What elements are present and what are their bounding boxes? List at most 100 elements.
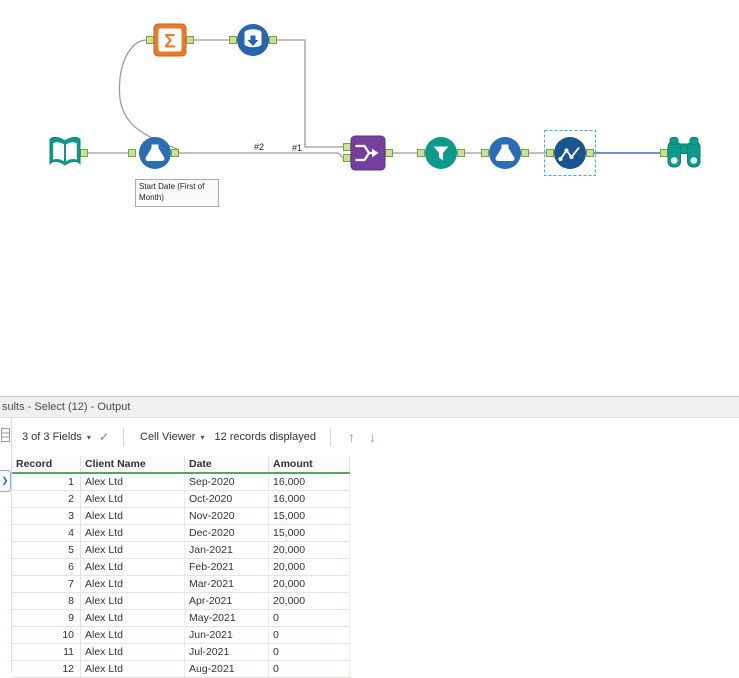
cell[interactable]: Alex Ltd: [80, 609, 185, 627]
results-titlebar[interactable]: sults - Select (12) - Output: [0, 396, 739, 418]
cell[interactable]: Alex Ltd: [80, 626, 185, 644]
table-row[interactable]: 4 Alex Ltd Dec-2020 15,000: [12, 524, 350, 542]
expand-chevron-icon[interactable]: ❯: [0, 470, 11, 492]
select-tool[interactable]: [546, 137, 594, 169]
cell[interactable]: 16,000: [268, 473, 350, 491]
column-header[interactable]: Record: [12, 456, 81, 474]
cell[interactable]: 0: [268, 626, 350, 644]
table-row[interactable]: 12 Alex Ltd Aug-2021 0: [12, 660, 350, 678]
input-anchor[interactable]: [481, 149, 489, 157]
cell[interactable]: 20,000: [268, 558, 350, 576]
cell[interactable]: 20,000: [268, 575, 350, 593]
cell[interactable]: Alex Ltd: [80, 643, 185, 661]
table-row[interactable]: 5 Alex Ltd Jan-2021 20,000: [12, 541, 350, 559]
input-anchor[interactable]: [660, 149, 668, 157]
cell[interactable]: 11: [12, 643, 81, 661]
cell[interactable]: May-2021: [184, 609, 269, 627]
cell[interactable]: 0: [268, 643, 350, 661]
cell[interactable]: Alex Ltd: [80, 473, 185, 491]
input-anchor[interactable]: [546, 149, 554, 157]
cell[interactable]: 16,000: [268, 490, 350, 508]
cell[interactable]: 6: [12, 558, 81, 576]
connection-formula-join[interactable]: [178, 152, 344, 159]
table-row[interactable]: 9 Alex Ltd May-2021 0: [12, 609, 350, 627]
table-row[interactable]: 11 Alex Ltd Jul-2021 0: [12, 643, 350, 661]
table-row[interactable]: 7 Alex Ltd Mar-2021 20,000: [12, 575, 350, 593]
cell[interactable]: 7: [12, 575, 81, 593]
output-anchor[interactable]: [521, 149, 529, 157]
cell[interactable]: 0: [268, 609, 350, 627]
cell[interactable]: Alex Ltd: [80, 524, 185, 542]
cell[interactable]: Alex Ltd: [80, 558, 185, 576]
cell[interactable]: 2: [12, 490, 81, 508]
cell-viewer-dropdown[interactable]: Cell Viewer ▾: [134, 428, 210, 446]
connection-generaterows-join[interactable]: [276, 39, 344, 148]
input-anchor[interactable]: [146, 36, 154, 44]
output-anchor[interactable]: [457, 149, 465, 157]
cell[interactable]: 1: [12, 473, 81, 491]
fields-dropdown[interactable]: 3 of 3 Fields ▾: [16, 428, 97, 446]
cell[interactable]: Alex Ltd: [80, 660, 185, 678]
filter-tool[interactable]: [417, 137, 465, 169]
cell[interactable]: Alex Ltd: [80, 507, 185, 525]
output-anchor[interactable]: [80, 149, 88, 157]
output-anchor[interactable]: [171, 149, 179, 157]
tool-annotation[interactable]: Start Date (First of Month): [135, 179, 219, 207]
cell[interactable]: 15,000: [268, 524, 350, 542]
column-header[interactable]: Client Name: [80, 456, 185, 474]
formula-tool[interactable]: [128, 137, 179, 169]
cell[interactable]: 20,000: [268, 541, 350, 559]
cell[interactable]: 5: [12, 541, 81, 559]
formula-tool-2[interactable]: [481, 137, 529, 169]
input-anchor[interactable]: [417, 149, 425, 157]
cell[interactable]: 9: [12, 609, 81, 627]
cell[interactable]: Jan-2021: [184, 541, 269, 559]
cell[interactable]: Aug-2021: [184, 660, 269, 678]
input-anchor-right[interactable]: [343, 154, 351, 162]
input-anchor-left[interactable]: [343, 143, 351, 151]
cell[interactable]: Feb-2021: [184, 558, 269, 576]
cell[interactable]: Alex Ltd: [80, 490, 185, 508]
generate-rows-tool[interactable]: [229, 24, 277, 56]
cell[interactable]: Jul-2021: [184, 643, 269, 661]
cell[interactable]: 15,000: [268, 507, 350, 525]
cell[interactable]: 10: [12, 626, 81, 644]
cell[interactable]: 12: [12, 660, 81, 678]
cell[interactable]: Dec-2020: [184, 524, 269, 542]
output-anchor[interactable]: [385, 149, 393, 157]
summarize-tool[interactable]: Σ: [146, 23, 194, 57]
output-anchor[interactable]: [186, 36, 194, 44]
down-arrow-icon[interactable]: ↓: [369, 429, 376, 445]
table-row[interactable]: 1 Alex Ltd Sep-2020 16,000: [12, 473, 350, 491]
cell[interactable]: Apr-2021: [184, 592, 269, 610]
column-header[interactable]: Date: [184, 456, 269, 474]
cell[interactable]: Alex Ltd: [80, 541, 185, 559]
cell[interactable]: 8: [12, 592, 81, 610]
cell[interactable]: Oct-2020: [184, 490, 269, 508]
cell[interactable]: 4: [12, 524, 81, 542]
up-arrow-icon[interactable]: ↑: [348, 429, 355, 445]
table-row[interactable]: 2 Alex Ltd Oct-2020 16,000: [12, 490, 350, 508]
grid-view-icon[interactable]: [1, 428, 10, 442]
browse-tool[interactable]: [660, 137, 701, 168]
table-row[interactable]: 3 Alex Ltd Nov-2020 15,000: [12, 507, 350, 525]
column-header[interactable]: Amount: [268, 456, 350, 474]
cell[interactable]: Mar-2021: [184, 575, 269, 593]
cell[interactable]: 20,000: [268, 592, 350, 610]
input-data-tool[interactable]: [49, 136, 88, 166]
input-anchor[interactable]: [128, 149, 136, 157]
join-tool[interactable]: [343, 135, 393, 171]
output-anchor[interactable]: [586, 149, 594, 157]
cell[interactable]: 3: [12, 507, 81, 525]
cell[interactable]: Alex Ltd: [80, 575, 185, 593]
input-anchor[interactable]: [229, 36, 237, 44]
apply-check-icon[interactable]: ✓: [99, 430, 109, 444]
cell[interactable]: Nov-2020: [184, 507, 269, 525]
cell[interactable]: Jun-2021: [184, 626, 269, 644]
cell[interactable]: Alex Ltd: [80, 592, 185, 610]
table-row[interactable]: 10 Alex Ltd Jun-2021 0: [12, 626, 350, 644]
workflow-canvas[interactable]: #2 #1 Σ Start Date (First of Month): [0, 0, 739, 396]
table-row[interactable]: 6 Alex Ltd Feb-2021 20,000: [12, 558, 350, 576]
cell[interactable]: 0: [268, 660, 350, 678]
table-row[interactable]: 8 Alex Ltd Apr-2021 20,000: [12, 592, 350, 610]
